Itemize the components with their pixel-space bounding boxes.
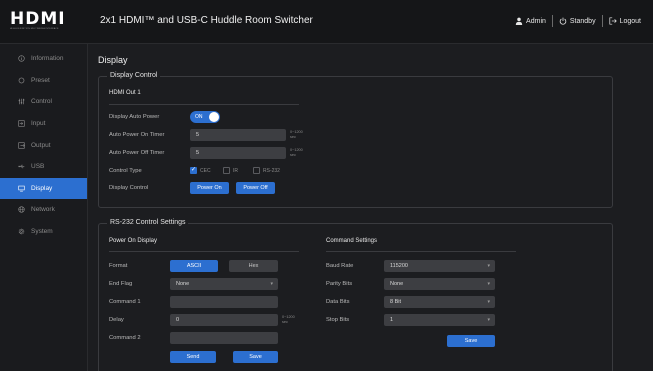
sidebar-item-label: Display [31, 184, 53, 192]
parity-bits-select[interactable]: None [384, 278, 495, 290]
command1-label: Command 1 [109, 299, 141, 305]
send-button[interactable]: Send [170, 351, 216, 363]
main-content: Display Display Control HDMI Out 1 Displ… [88, 44, 653, 371]
sidebar-item-information[interactable]: Information [0, 48, 87, 70]
sidebar-item-label: System [31, 228, 53, 236]
user-name: Admin [526, 17, 546, 25]
data-bits-select[interactable]: 8 Bit [384, 296, 495, 308]
save-button[interactable]: Save [233, 351, 278, 363]
end-flag-label: End Flag [109, 281, 133, 287]
hdmi-logo: HDMI HIGH-DEFINITION MULTIMEDIA INTERFAC… [10, 9, 74, 34]
on-timer-unit: 0~1200 sec [290, 130, 303, 139]
divider [109, 251, 299, 252]
user-menu[interactable]: Admin [515, 17, 546, 25]
sidebar-item-usb[interactable]: USB [0, 156, 87, 178]
cec-label: CEC [200, 168, 211, 174]
page-title: Display [98, 55, 128, 65]
data-bits-label: Data Bits [326, 299, 350, 305]
network-icon [18, 206, 25, 214]
sidebar-item-label: Network [31, 206, 55, 214]
sidebar-item-label: Information [31, 55, 64, 63]
delay-unit: 0~1200 sec [282, 315, 295, 324]
logout-icon [609, 17, 617, 25]
power-icon [559, 17, 567, 25]
off-timer-unit: 0~1200 sec [290, 148, 303, 157]
standby-button[interactable]: Standby [559, 17, 596, 25]
power-on-button[interactable]: Power On [190, 182, 229, 194]
format-ascii-button[interactable]: ASCII [170, 260, 218, 272]
rs232-label: RS-232 [263, 168, 280, 174]
stop-bits-select[interactable]: 1 [384, 314, 495, 326]
user-icon [515, 17, 523, 25]
auto-power-toggle[interactable]: ON [190, 111, 220, 123]
ir-label: IR [233, 168, 238, 174]
app-title: 2x1 HDMI™ and USB-C Huddle Room Switcher [100, 15, 313, 26]
command2-label: Command 2 [109, 335, 141, 341]
sidebar-item-system[interactable]: System [0, 221, 87, 243]
sidebar-item-preset[interactable]: Preset [0, 70, 87, 92]
sidebar-item-control[interactable]: Control [0, 91, 87, 113]
display-control-panel: Display Control HDMI Out 1 Display Auto … [98, 72, 613, 208]
end-flag-select[interactable]: None [170, 278, 278, 290]
sidebar: Information Preset Control Input Output … [0, 44, 88, 371]
usb-icon [18, 165, 25, 169]
sidebar-item-label: USB [31, 163, 45, 171]
parity-bits-label: Parity Bits [326, 281, 353, 287]
baud-rate-label: Baud Rate [326, 263, 354, 269]
toggle-state: ON [195, 114, 203, 120]
panel-legend: RS-232 Control Settings [107, 219, 189, 226]
rs232-panel: RS-232 Control Settings Power On Display… [98, 219, 613, 371]
logout-label: Logout [619, 17, 641, 25]
sidebar-item-label: Input [31, 120, 46, 128]
top-bar: HDMI HIGH-DEFINITION MULTIMEDIA INTERFAC… [0, 0, 653, 44]
gear-icon [18, 228, 25, 235]
logo-text: HDMI [10, 9, 66, 29]
control-icon [18, 99, 25, 105]
standby-label: Standby [569, 17, 596, 25]
sidebar-item-display[interactable]: Display [0, 177, 87, 200]
divider [551, 15, 553, 27]
sidebar-item-network[interactable]: Network [0, 199, 87, 221]
power-on-display-heading: Power On Display [109, 238, 158, 244]
on-timer-label: Auto Power On Timer [109, 132, 165, 138]
divider [601, 15, 603, 27]
output-icon [18, 142, 25, 149]
format-label: Format [109, 263, 128, 269]
sidebar-item-output[interactable]: Output [0, 134, 87, 156]
command-save-button[interactable]: Save [447, 335, 495, 347]
baud-rate-select[interactable]: 115200 [384, 260, 495, 272]
command2-input[interactable] [170, 332, 278, 344]
sidebar-item-label: Output [31, 141, 51, 149]
sidebar-item-label: Preset [31, 76, 50, 84]
divider [326, 251, 516, 252]
ir-checkbox[interactable] [223, 167, 230, 174]
delay-label: Delay [109, 317, 124, 323]
preset-icon [18, 77, 25, 84]
divider [109, 104, 299, 105]
cec-checkbox[interactable] [190, 166, 197, 174]
format-hex-button[interactable]: Hex [229, 260, 278, 272]
sidebar-item-label: Control [31, 98, 52, 106]
stop-bits-label: Stop Bits [326, 317, 350, 323]
delay-input[interactable]: 0 [170, 314, 278, 326]
command-settings-heading: Command Settings [326, 238, 378, 244]
display-icon [18, 185, 25, 192]
toggle-knob [209, 112, 219, 122]
rs232-checkbox[interactable] [253, 167, 260, 174]
panel-legend: Display Control [107, 72, 161, 79]
control-type-label: Control Type [109, 168, 142, 174]
output-heading: HDMI Out 1 [109, 90, 141, 96]
off-timer-label: Auto Power Off Timer [109, 150, 165, 156]
command1-input[interactable] [170, 296, 278, 308]
on-timer-input[interactable]: 5 [190, 129, 286, 141]
logout-button[interactable]: Logout [609, 17, 641, 25]
sidebar-item-input[interactable]: Input [0, 113, 87, 135]
display-control-label: Display Control [109, 185, 149, 191]
top-actions: Admin Standby Logout [515, 15, 641, 27]
input-icon [18, 120, 25, 127]
info-icon [18, 55, 25, 62]
off-timer-input[interactable]: 5 [190, 147, 286, 159]
power-off-button[interactable]: Power Off [236, 182, 275, 194]
auto-power-label: Display Auto Power [109, 114, 160, 120]
